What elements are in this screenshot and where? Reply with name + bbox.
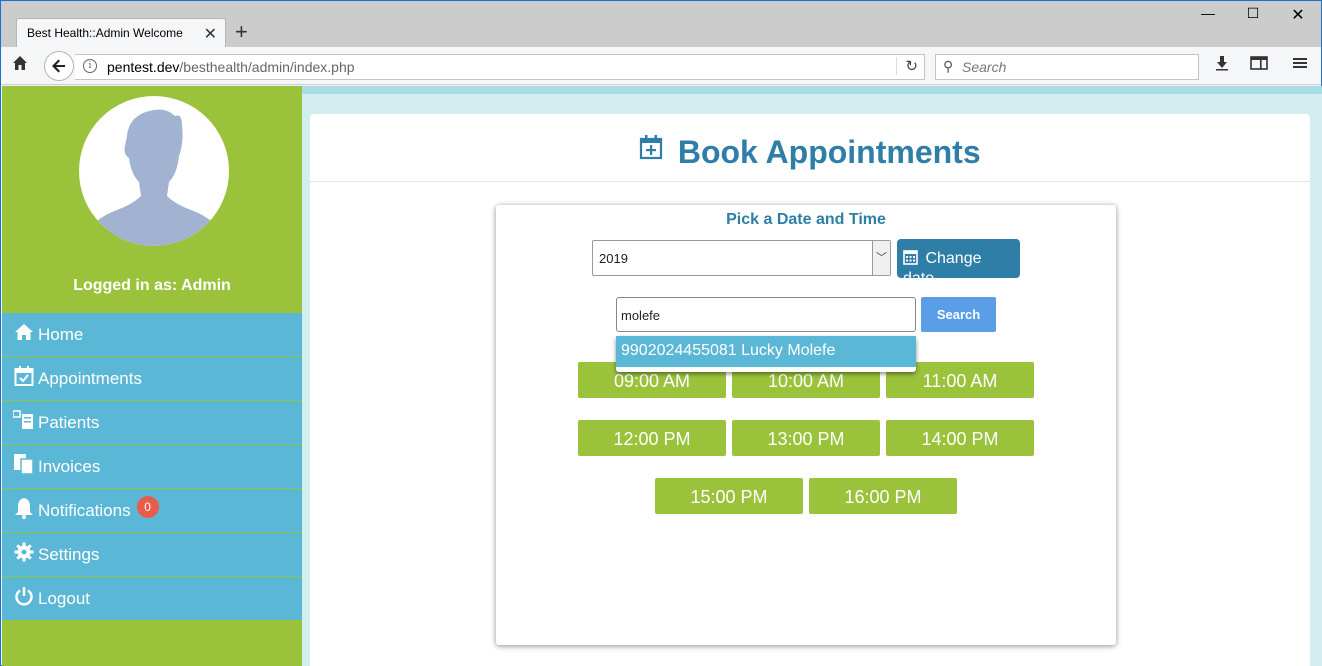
sidebar-item-label: Appointments xyxy=(38,368,142,388)
site-info-icon[interactable]: i xyxy=(83,59,97,73)
browser-search-input[interactable]: ⚲ Search xyxy=(935,54,1199,80)
sidebar-item-home[interactable]: Home xyxy=(2,313,302,357)
sidebar-item-invoices[interactable]: Invoices xyxy=(2,445,302,489)
sidebar-item-settings[interactable]: Settings xyxy=(2,533,302,577)
reload-icon[interactable]: ↻ xyxy=(896,57,918,75)
search-placeholder: Search xyxy=(962,59,1007,75)
url-domain: pentest.dev xyxy=(107,59,180,75)
sidebar-toggle-icon[interactable] xyxy=(1248,55,1270,77)
year-select-value: 2019 xyxy=(599,251,628,266)
chevron-down-icon[interactable]: ﹀ xyxy=(872,241,890,275)
back-arrow-icon[interactable] xyxy=(44,51,74,81)
sidebar-item-label: Settings xyxy=(38,544,100,564)
main-panel: Book Appointments Pick a Date and Time 2… xyxy=(310,114,1310,666)
sidebar-item-patients[interactable]: Patients xyxy=(2,401,302,445)
minimize-icon[interactable]: — xyxy=(1185,5,1231,29)
browser-window: Best Health::Admin Welcome ✕ + — ☐ ✕ i p… xyxy=(0,0,1322,666)
calendar-plus-icon xyxy=(639,134,663,165)
new-tab-icon[interactable]: + xyxy=(235,19,248,45)
invoices-icon xyxy=(12,453,36,480)
time-slot-button[interactable]: 13:00 PM xyxy=(732,420,880,456)
year-select[interactable]: 2019 ﹀ xyxy=(592,240,891,276)
sidebar: Logged in as: Admin Home Appointments Pa… xyxy=(2,86,302,666)
bell-icon xyxy=(12,497,36,524)
home-icon xyxy=(12,323,36,346)
tab-title: Best Health::Admin Welcome xyxy=(27,26,183,40)
notification-count-badge: 0 xyxy=(136,495,159,518)
gear-icon xyxy=(12,542,36,567)
sidebar-item-label: Invoices xyxy=(38,456,101,476)
sidebar-item-label: Patients xyxy=(38,412,100,432)
patient-search-input[interactable]: molefe xyxy=(616,297,916,332)
patient-search-value: molefe xyxy=(621,308,661,323)
url-path: /besthealth/admin/index.php xyxy=(179,59,355,75)
avatar xyxy=(79,96,229,246)
sidebar-item-logout[interactable]: Logout xyxy=(2,577,302,621)
time-slot-button[interactable]: 16:00 PM xyxy=(809,478,957,514)
time-slot-button[interactable]: 12:00 PM xyxy=(578,420,726,456)
panel-header: Book Appointments xyxy=(310,114,1310,182)
sidebar-item-label: Logout xyxy=(38,588,90,608)
sidebar-menu: Home Appointments Patients Invoices Noti… xyxy=(2,313,302,621)
sidebar-item-label: Home xyxy=(38,324,84,344)
sidebar-item-appointments[interactable]: Appointments xyxy=(2,357,302,401)
suggestion-item[interactable]: 9902024455081 Lucky Molefe xyxy=(616,336,916,367)
search-icon: ⚲ xyxy=(943,58,954,74)
download-icon[interactable] xyxy=(1211,55,1233,77)
window-close-icon[interactable]: ✕ xyxy=(1275,5,1321,29)
calendar-check-icon xyxy=(12,365,36,392)
navigation-bar: i pentest.dev/besthealth/admin/index.php… xyxy=(1,47,1321,85)
calendar-icon xyxy=(903,249,918,270)
tab-bar: Best Health::Admin Welcome ✕ + — ☐ ✕ xyxy=(1,1,1321,48)
content-top-strip xyxy=(302,86,1322,94)
booking-card: Pick a Date and Time 2019 ﹀ Change date … xyxy=(496,205,1116,645)
page-viewport: Logged in as: Admin Home Appointments Pa… xyxy=(2,86,1322,666)
maximize-icon[interactable]: ☐ xyxy=(1230,5,1276,29)
card-title: Pick a Date and Time xyxy=(726,211,886,228)
search-button[interactable]: Search xyxy=(921,297,996,332)
patients-icon xyxy=(12,410,36,435)
browser-tab[interactable]: Best Health::Admin Welcome ✕ xyxy=(16,18,226,48)
home-browser-icon[interactable] xyxy=(9,55,31,77)
search-suggestions: 9902024455081 Lucky Molefe xyxy=(616,336,916,372)
url-bar[interactable]: i pentest.dev/besthealth/admin/index.php… xyxy=(75,54,925,80)
power-icon xyxy=(12,586,36,611)
logged-in-label: Logged in as: Admin xyxy=(73,277,231,294)
sidebar-item-label: Notifications xyxy=(38,500,131,520)
sidebar-item-notifications[interactable]: Notifications 0 xyxy=(2,489,302,533)
change-date-button[interactable]: Change date xyxy=(897,239,1020,287)
tab-close-icon[interactable]: ✕ xyxy=(204,24,217,44)
hamburger-menu-icon[interactable] xyxy=(1289,55,1311,77)
page-title: Book Appointments xyxy=(677,134,981,170)
time-slot-button[interactable]: 15:00 PM xyxy=(655,478,803,514)
time-slot-button[interactable]: 14:00 PM xyxy=(886,420,1034,456)
